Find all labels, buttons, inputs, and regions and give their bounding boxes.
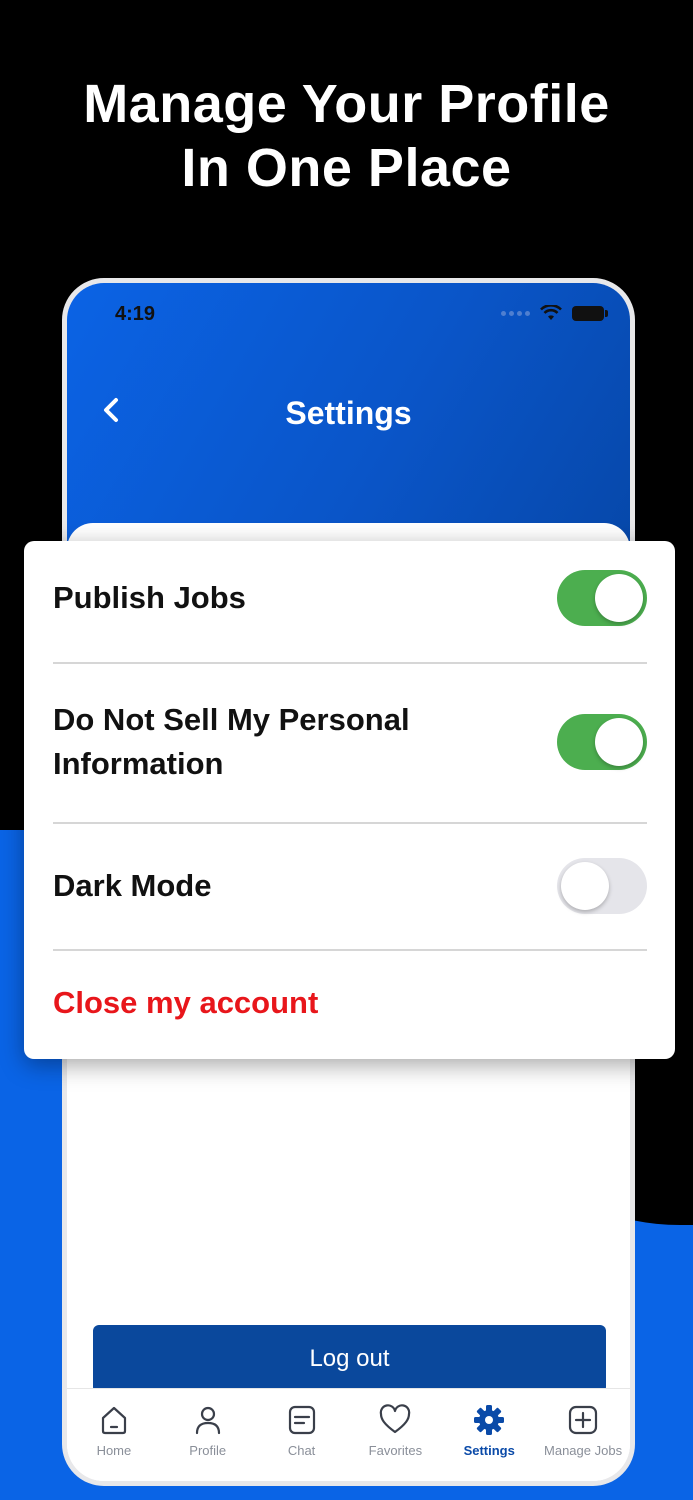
do-not-sell-toggle[interactable] (557, 714, 647, 770)
signal-icon (501, 310, 530, 316)
wifi-icon (540, 305, 562, 320)
publish-jobs-toggle[interactable] (557, 570, 647, 626)
tab-label: Favorites (368, 1443, 423, 1458)
dark-mode-toggle[interactable] (557, 858, 647, 914)
setting-row-dark-mode: Dark Mode (53, 858, 647, 914)
tab-profile[interactable]: Profile (162, 1403, 254, 1458)
settings-card: Publish Jobs Do Not Sell My Personal Inf… (24, 541, 675, 1059)
tab-settings[interactable]: Settings (443, 1403, 535, 1458)
close-account-link[interactable]: Close my account (53, 985, 318, 1021)
hero-title-line-1: Manage Your Profile (83, 74, 610, 134)
tab-label: Settings (463, 1443, 515, 1458)
setting-row-do-not-sell: Do Not Sell My Personal Information (53, 698, 647, 786)
chat-icon (288, 1405, 315, 1435)
tab-favorites[interactable]: Favorites (349, 1403, 441, 1458)
gear-icon (474, 1405, 505, 1435)
setting-label: Publish Jobs (53, 580, 246, 615)
tab-bar: Home Profile Chat Favorites Settings Man… (67, 1388, 630, 1481)
tab-home[interactable]: Home (68, 1403, 160, 1458)
tab-manage-jobs[interactable]: Manage Jobs (537, 1403, 629, 1458)
setting-label: Dark Mode (53, 868, 212, 903)
hero-title-line-2: In One Place (181, 138, 512, 198)
divider (53, 662, 647, 664)
logout-button[interactable]: Log out (93, 1325, 606, 1393)
page-title: Settings (285, 395, 412, 431)
status-time: 4:19 (115, 303, 156, 325)
setting-row-publish-jobs: Publish Jobs (53, 570, 647, 626)
tab-label: Chat (287, 1443, 316, 1458)
plus-square-icon (568, 1405, 598, 1435)
divider (53, 822, 647, 824)
tab-chat[interactable]: Chat (256, 1403, 348, 1458)
user-icon (195, 1406, 220, 1435)
status-icons (501, 305, 608, 321)
tab-label: Profile (189, 1443, 227, 1458)
battery-icon (572, 305, 608, 321)
setting-label: Do Not Sell My Personal Information (53, 702, 410, 781)
tab-label: Home (96, 1443, 132, 1458)
tab-label: Manage Jobs (544, 1443, 623, 1458)
home-icon (101, 1406, 127, 1435)
divider (53, 949, 647, 951)
heart-icon (380, 1404, 411, 1434)
hero-title: Manage Your Profile In One Place (0, 72, 693, 200)
